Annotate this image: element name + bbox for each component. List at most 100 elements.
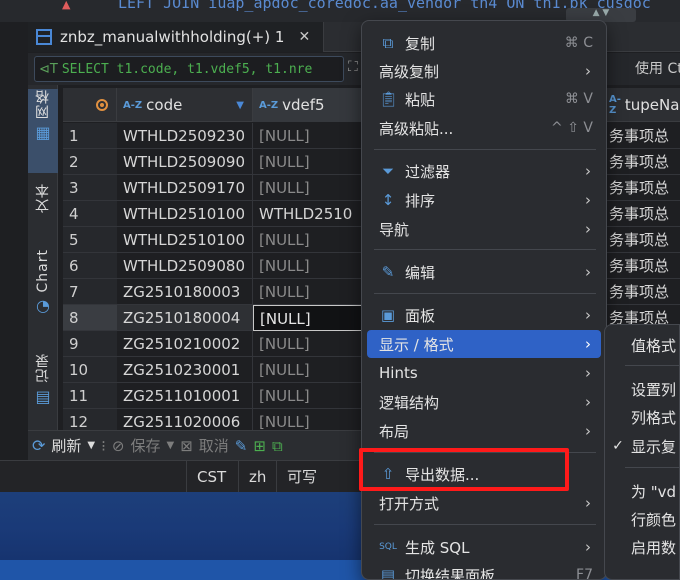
cell-code[interactable]: WTHLD2510100 — [117, 201, 253, 227]
cell-vdef5[interactable]: [NULL] — [253, 331, 363, 357]
cell-vdef5[interactable]: [NULL] — [253, 253, 363, 279]
refresh-dropdown-icon[interactable]: ▼ — [87, 440, 95, 451]
chevron-right-icon: › — [585, 306, 591, 324]
menu-shortcut: ⌘ V — [564, 91, 593, 107]
filter-text: SELECT t1.code, t1.vdef5, t1.nre — [61, 61, 313, 77]
chevron-right-icon: › — [585, 364, 591, 382]
menu-item-layout[interactable]: 布局 › — [367, 417, 601, 445]
submenu-item-set-column[interactable]: 设置列 — [605, 375, 679, 403]
column-header-code[interactable]: A-Z code ▼ — [117, 88, 253, 122]
submenu-item-value-format[interactable]: 值格式 — [605, 331, 679, 359]
cell-vdef5[interactable]: [NULL] — [253, 227, 363, 253]
menu-label: 设置列 — [631, 380, 677, 399]
cell-tupenar[interactable]: 务事项总 — [607, 149, 680, 175]
cell-code[interactable]: ZG2510230001 — [117, 357, 253, 383]
cell-code[interactable]: WTHLD2510100 — [117, 227, 253, 253]
expand-icon[interactable]: ⛶ — [348, 59, 358, 75]
menu-item-display-format[interactable]: 显示 / 格式 › — [367, 330, 601, 358]
cell-vdef5[interactable]: [NULL] — [253, 279, 363, 305]
menu-item-filter[interactable]: ⏷ 过滤器 › — [367, 157, 601, 185]
row-number: 7 — [63, 279, 117, 305]
row-number: 3 — [63, 175, 117, 201]
submenu-item-row-color[interactable]: 行颜色 — [605, 505, 679, 533]
menu-item-switch-result-panel[interactable]: ▤ 切换结果面板 F7 — [367, 561, 601, 579]
view-chart-button[interactable]: Chart ◔ — [28, 245, 58, 325]
status-timezone[interactable]: CST — [186, 461, 236, 493]
menu-item-navigate[interactable]: 导航 › — [367, 215, 601, 243]
column-name: tupeNar — [624, 96, 680, 114]
menu-label: 显示 / 格式 — [379, 335, 454, 354]
menu-item-panel[interactable]: ▣ 面板 › — [367, 301, 601, 329]
view-grid-button[interactable]: 网格 ▦ — [28, 89, 58, 173]
cell-vdef5[interactable]: WTHLD2510 — [253, 201, 363, 227]
chevron-right-icon: › — [585, 422, 591, 440]
cancel-button[interactable]: 取消 — [199, 435, 229, 456]
warning-icon: ▲ — [62, 0, 71, 11]
row-number: 10 — [63, 357, 117, 383]
save-icon: ⊘ — [111, 436, 125, 455]
column-header-vdef5[interactable]: A-Z vdef5 — [253, 88, 363, 122]
cell-vdef5[interactable]: [NULL] — [253, 357, 363, 383]
cell-tupenar[interactable]: 务事项总 — [607, 279, 680, 305]
row-number: 8 — [63, 305, 117, 331]
cell-code[interactable]: ZG2511010001 — [117, 383, 253, 409]
refresh-icon[interactable]: ⟳ — [32, 436, 45, 455]
menu-item-sort[interactable]: ↕ 排序 › — [367, 186, 601, 214]
menu-item-paste[interactable]: 📋︎ 粘贴 ⌘ V — [367, 85, 601, 113]
cell-code[interactable]: WTHLD2509090 — [117, 149, 253, 175]
copy-row-icon[interactable]: ⧉ — [272, 437, 283, 455]
menu-separator — [625, 467, 679, 468]
filter-input[interactable]: ⊲T SELECT t1.code, t1.vdef5, t1.nre — [34, 56, 344, 82]
submenu-item-as-vd[interactable]: 为 "vd — [605, 477, 679, 505]
cell-code[interactable]: WTHLD2509170 — [117, 175, 253, 201]
cell-vdef5[interactable]: [NULL] — [253, 123, 363, 149]
submenu-item-show-dup[interactable]: ✓ 显示复 — [605, 432, 679, 460]
view-text-label: 文本 — [35, 183, 51, 213]
row-number: 1 — [63, 123, 117, 149]
close-icon[interactable]: ✕ — [298, 29, 310, 45]
sort-desc-icon[interactable]: ▼ — [236, 100, 244, 111]
menu-item-hints[interactable]: Hints › — [367, 359, 601, 387]
edit-row-icon[interactable]: ✎ — [235, 437, 248, 455]
string-type-icon: A-Z — [123, 99, 143, 111]
tab-results[interactable]: znbz_manualwithholding(+) 1 ✕ — [28, 22, 324, 52]
cell-code[interactable]: WTHLD2509080 — [117, 253, 253, 279]
chevron-right-icon: › — [585, 335, 591, 353]
menu-item-logical-structure[interactable]: 逻辑结构 › — [367, 388, 601, 416]
column-header-tupenar[interactable]: A-Z tupeNar — [603, 88, 680, 122]
cell-code[interactable]: WTHLD2509230 — [117, 123, 253, 149]
menu-item-open-with[interactable]: 打开方式 › — [367, 489, 601, 517]
cell-vdef5[interactable]: [NULL] — [253, 175, 363, 201]
menu-item-copy[interactable]: ⧉ 复制 ⌘ C — [367, 29, 601, 57]
cell-code[interactable]: ZG2510210002 — [117, 331, 253, 357]
cancel-icon: ⊠ — [180, 436, 193, 455]
cell-tupenar[interactable]: 务事项总 — [607, 201, 680, 227]
cell-vdef5[interactable]: [NULL] — [253, 409, 363, 430]
submenu-item-column-format[interactable]: 列格式 — [605, 403, 679, 431]
status-mode[interactable]: 可写 — [276, 461, 327, 493]
view-text-button[interactable]: 文本 — [28, 177, 58, 237]
menu-item-advanced-copy[interactable]: 高级复制 › — [367, 57, 601, 85]
menu-item-edit[interactable]: ✎ 编辑 › — [367, 258, 601, 286]
add-row-icon[interactable]: ⊞ — [253, 437, 266, 455]
cell-code[interactable]: ZG2510180004 — [117, 305, 253, 331]
submenu-item-enable[interactable]: 启用数 — [605, 533, 679, 561]
status-locale[interactable]: zh — [238, 461, 276, 493]
view-record-button[interactable]: 记录 ▤ — [28, 353, 58, 425]
chevron-right-icon: › — [585, 393, 591, 411]
refresh-button[interactable]: 刷新 — [51, 435, 81, 456]
cell-vdef5[interactable]: [NULL] — [253, 149, 363, 175]
cell-tupenar[interactable]: 务事项总 — [607, 175, 680, 201]
menu-item-generate-sql[interactable]: SQL 生成 SQL › — [367, 533, 601, 561]
save-button[interactable]: 保存 — [130, 435, 160, 456]
cell-tupenar[interactable]: 务事项总 — [607, 253, 680, 279]
cell-tupenar[interactable]: 务事项总 — [607, 227, 680, 253]
cell-vdef5-focused[interactable]: [NULL] — [253, 305, 363, 331]
row-number-header[interactable] — [63, 88, 117, 122]
cell-code[interactable]: ZG2511020006 — [117, 409, 253, 430]
cell-tupenar[interactable]: 务事项总 — [607, 123, 680, 149]
cell-code[interactable]: ZG2510180003 — [117, 279, 253, 305]
cell-vdef5[interactable]: [NULL] — [253, 383, 363, 409]
view-grid-label: 网格 — [35, 89, 51, 119]
menu-item-advanced-paste[interactable]: 高级粘贴... ^ ⇧ V — [367, 114, 601, 142]
